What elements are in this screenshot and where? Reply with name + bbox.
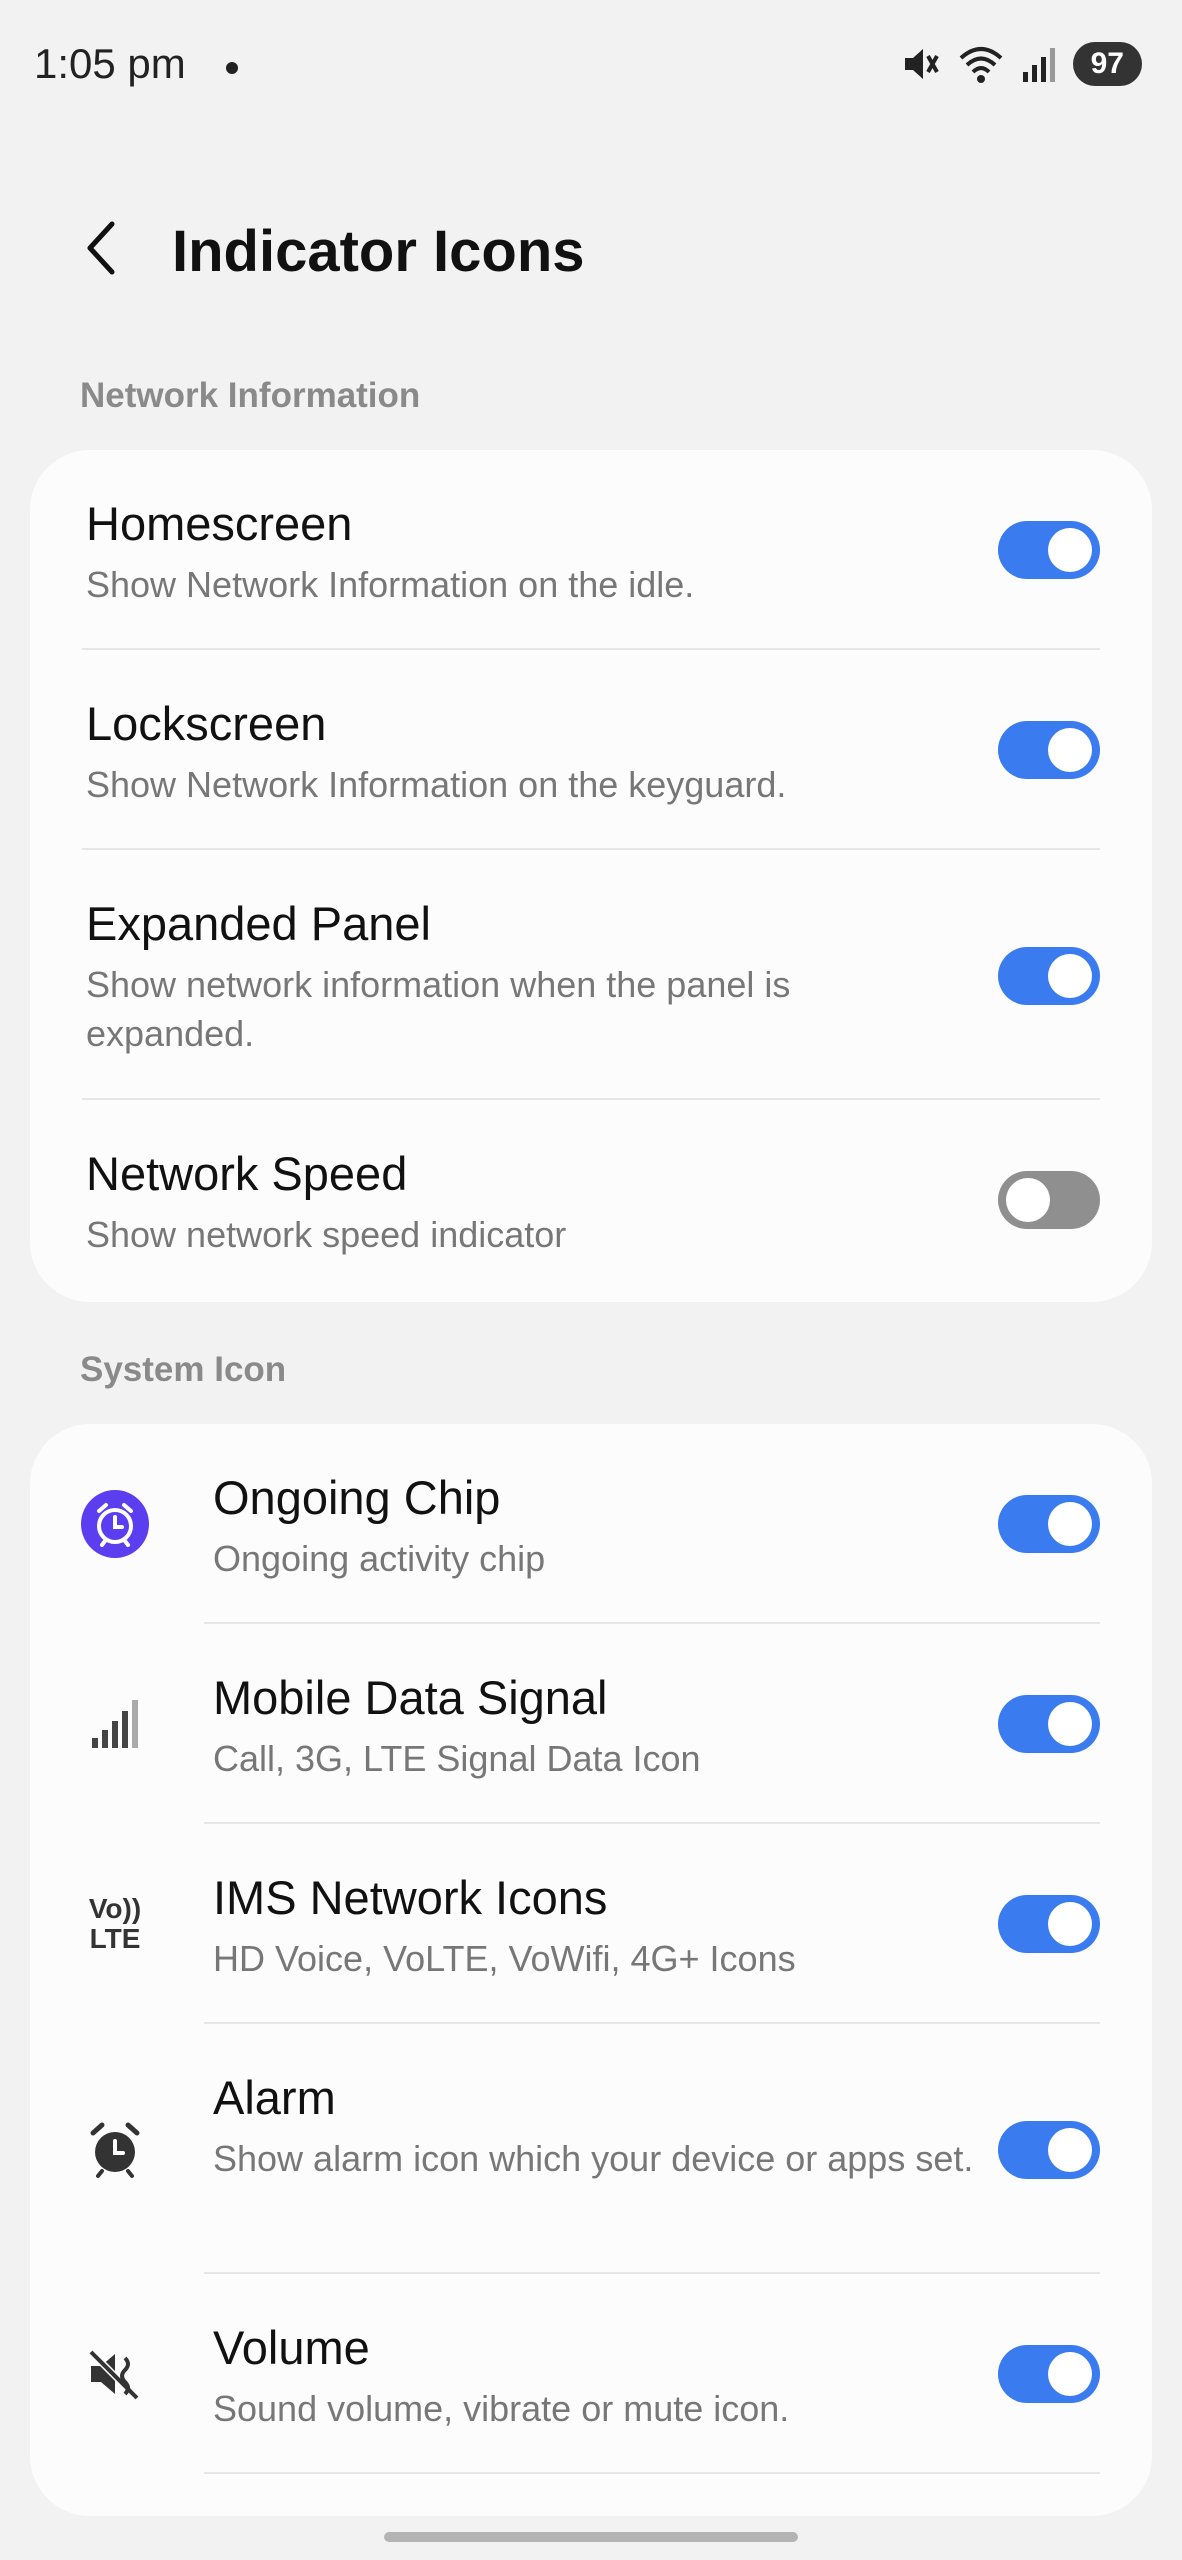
alarm-clock-badge-icon [78, 1487, 152, 1561]
setting-row-alarm[interactable]: Alarm Show alarm icon which your device … [30, 2024, 1152, 2274]
network-info-card: Homescreen Show Network Information on t… [30, 450, 1152, 1302]
mobile-data-signal-toggle[interactable] [998, 1695, 1100, 1753]
mute-icon [901, 44, 941, 84]
notification-dot-icon [226, 62, 238, 74]
setting-row-mobile-data-signal[interactable]: Mobile Data Signal Call, 3G, LTE Signal … [30, 1624, 1152, 1824]
ongoing-chip-toggle[interactable] [998, 1495, 1100, 1553]
network-speed-toggle[interactable] [998, 1171, 1100, 1229]
toggle-knob [1048, 1502, 1092, 1546]
section-label-network: Network Information [80, 376, 421, 415]
mute-icon [78, 2337, 152, 2411]
setting-subtitle: Call, 3G, LTE Signal Data Icon [213, 1738, 701, 1779]
volte-icon-top: Vo)) [88, 1893, 142, 1924]
setting-title: Network Speed [86, 1147, 408, 1200]
toggle-knob [1048, 2128, 1092, 2172]
setting-subtitle: HD Voice, VoLTE, VoWifi, 4G+ Icons [213, 1938, 796, 1979]
toggle-knob [1006, 1178, 1050, 1222]
setting-subtitle: Ongoing activity chip [213, 1538, 546, 1579]
section-label-system: System Icon [80, 1350, 287, 1389]
system-icon-card: Ongoing Chip Ongoing activity chip Mobil… [30, 1424, 1152, 2516]
setting-row-ongoing-chip[interactable]: Ongoing Chip Ongoing activity chip [30, 1424, 1152, 1624]
home-indicator[interactable] [384, 2532, 798, 2542]
setting-row-ims-network-icons[interactable]: Vo)) LTE IMS Network Icons HD Voice, VoL… [30, 1824, 1152, 2024]
setting-row-volume[interactable]: Volume Sound volume, vibrate or mute ico… [30, 2274, 1152, 2474]
status-time: 1:05 pm [34, 40, 186, 87]
chevron-left-icon [82, 218, 122, 283]
setting-title: IMS Network Icons [213, 1871, 608, 1924]
status-icons: 97 [901, 42, 1142, 86]
signal-icon [1021, 44, 1057, 84]
setting-row-expanded-panel[interactable]: Expanded Panel Show network information … [30, 850, 1152, 1100]
toggle-knob [1048, 728, 1092, 772]
divider [204, 2472, 1100, 2474]
setting-subtitle: Sound volume, vibrate or mute icon. [213, 2388, 790, 2429]
setting-title: Expanded Panel [86, 897, 431, 950]
lockscreen-toggle[interactable] [998, 721, 1100, 779]
setting-row-homescreen[interactable]: Homescreen Show Network Information on t… [30, 450, 1152, 650]
setting-title: Volume [213, 2321, 370, 2374]
setting-subtitle: Show Network Information on the keyguard… [86, 764, 787, 805]
ims-network-icons-toggle[interactable] [998, 1895, 1100, 1953]
toggle-knob [1048, 1902, 1092, 1946]
toggle-knob [1048, 954, 1092, 998]
setting-subtitle: Show network speed indicator [86, 1214, 567, 1255]
setting-title: Lockscreen [86, 697, 327, 750]
volume-toggle[interactable] [998, 2345, 1100, 2403]
toggle-knob [1048, 2352, 1092, 2396]
alarm-toggle[interactable] [998, 2121, 1100, 2179]
setting-subtitle: Show alarm icon which your device or app… [213, 2138, 974, 2179]
setting-subtitle: Show network information when the panel … [86, 964, 791, 1054]
back-button[interactable] [70, 218, 134, 282]
page-title: Indicator Icons [172, 219, 585, 284]
setting-title: Homescreen [86, 497, 353, 550]
status-bar: 1:05 pm 97 [0, 0, 1182, 130]
wifi-icon [957, 44, 1005, 84]
setting-title: Ongoing Chip [213, 1471, 501, 1524]
header: Indicator Icons [0, 200, 1182, 310]
setting-row-lockscreen[interactable]: Lockscreen Show Network Information on t… [30, 650, 1152, 850]
setting-row-network-speed[interactable]: Network Speed Show network speed indicat… [30, 1100, 1152, 1300]
setting-title: Mobile Data Signal [213, 1671, 608, 1724]
volte-icon: Vo)) LTE [78, 1887, 152, 1961]
toggle-knob [1048, 1702, 1092, 1746]
signal-bars-icon [78, 1687, 152, 1761]
alarm-clock-icon [78, 2112, 152, 2186]
battery-indicator: 97 [1072, 42, 1142, 86]
setting-title: Alarm [213, 2071, 336, 2124]
toggle-knob [1048, 528, 1092, 572]
setting-subtitle: Show Network Information on the idle. [86, 564, 695, 605]
volte-icon-bottom: LTE [89, 1923, 141, 1954]
expanded-panel-toggle[interactable] [998, 947, 1100, 1005]
homescreen-toggle[interactable] [998, 521, 1100, 579]
